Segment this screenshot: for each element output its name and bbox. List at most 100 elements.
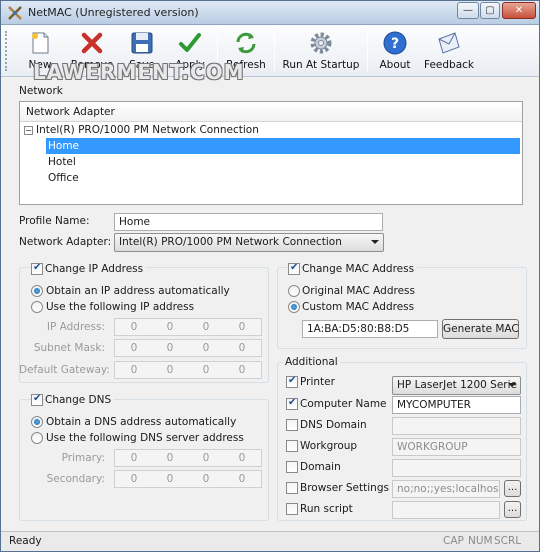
netmac-app-icon [8, 6, 22, 20]
minimize-icon: — [463, 5, 473, 16]
network-adapter-select-value: Intel(R) PRO/1000 PM Network Connection [119, 236, 342, 248]
original-mac-radio[interactable] [288, 285, 300, 297]
domain-label: Domain [300, 461, 341, 473]
run-at-startup-button[interactable]: Run At Startup [279, 27, 363, 75]
remove-button-label: Remove [70, 59, 114, 71]
use-following-dns-radio[interactable] [31, 432, 43, 444]
network-adapter-select[interactable]: Intel(R) PRO/1000 PM Network Connection [114, 233, 384, 252]
toolbar-separator [367, 31, 368, 71]
ip-address-field[interactable]: 0 0 0 0 [114, 318, 262, 336]
tree-profile-hotel[interactable]: Hotel [48, 154, 76, 170]
refresh-button[interactable]: Refresh [221, 27, 271, 75]
subnet-octet: 0 [238, 342, 246, 354]
close-icon: ✕ [514, 5, 524, 16]
close-button[interactable]: ✕ [502, 2, 536, 19]
tree-column-header-label: Network Adapter [26, 106, 115, 118]
use-following-ip-radio[interactable] [31, 301, 43, 313]
change-mac-checkbox[interactable] [288, 262, 300, 275]
remove-button[interactable]: Remove [67, 27, 117, 75]
feedback-button-label: Feedback [423, 59, 474, 71]
mac-address-input[interactable]: 1A:BA:D5:80:B8:D5 [302, 320, 438, 338]
primary-dns-label: Primary: [61, 452, 105, 464]
network-section-label: Network [19, 85, 63, 97]
secondary-dns-octet: 0 [166, 473, 174, 485]
obtain-ip-auto-radio[interactable] [31, 285, 43, 297]
gateway-octet: 0 [202, 364, 210, 376]
obtain-dns-auto-radio[interactable] [31, 416, 43, 428]
browser-settings-browse-button[interactable]: ... [504, 480, 521, 497]
workgroup-input[interactable]: WORKGROUP [392, 438, 521, 456]
envelope-icon [438, 32, 460, 54]
save-button[interactable]: Save [119, 27, 165, 75]
svg-text:?: ? [391, 36, 399, 52]
workgroup-checkbox[interactable] [286, 440, 298, 452]
status-bar: Ready CAP NUM SCRL [1, 531, 539, 551]
tree-adapter-node[interactable]: Intel(R) PRO/1000 PM Network Connection [36, 122, 259, 138]
workgroup-label: Workgroup [300, 440, 358, 452]
domain-input[interactable] [392, 459, 521, 477]
additional-section-label: Additional [283, 356, 340, 368]
domain-checkbox[interactable] [286, 461, 298, 473]
dns-domain-checkbox[interactable] [286, 419, 298, 431]
maximize-icon: ▢ [485, 5, 495, 16]
change-ip-checkbox[interactable] [31, 262, 43, 275]
subnet-octet: 0 [166, 342, 174, 354]
primary-dns-octet: 0 [166, 452, 174, 464]
tree-column-header[interactable]: Network Adapter [20, 102, 522, 122]
computer-name-checkbox[interactable] [286, 397, 298, 410]
change-ip-label: Change IP Address [45, 263, 147, 275]
new-button[interactable]: New [15, 27, 65, 75]
about-button[interactable]: ? About [371, 27, 419, 75]
original-mac-label: Original MAC Address [302, 285, 415, 297]
gear-icon [310, 32, 332, 54]
gateway-octet: 0 [238, 364, 246, 376]
generate-mac-button[interactable]: Generate MAC [442, 319, 519, 339]
browser-settings-label: Browser Settings [300, 482, 389, 494]
custom-mac-label: Custom MAC Address [302, 301, 415, 313]
printer-label: Printer [300, 376, 335, 388]
computer-name-input[interactable]: MYCOMPUTER [392, 396, 521, 414]
printer-checkbox[interactable] [286, 375, 298, 388]
secondary-dns-field[interactable]: 0 0 0 0 [114, 470, 262, 488]
apply-button-label: Apply [175, 59, 205, 71]
about-button-label: About [379, 59, 411, 71]
save-button-label: Save [129, 59, 155, 71]
minimize-button[interactable]: — [457, 2, 479, 19]
default-gateway-field[interactable]: 0 0 0 0 [114, 361, 262, 379]
subnet-mask-field[interactable]: 0 0 0 0 [114, 339, 262, 357]
collapse-expander-icon[interactable]: − [24, 126, 33, 135]
run-script-input[interactable] [392, 501, 500, 519]
ip-address-label: IP Address: [46, 321, 105, 333]
primary-dns-octet: 0 [238, 452, 246, 464]
run-script-browse-button[interactable]: ... [504, 501, 521, 518]
chevron-down-icon [508, 383, 516, 387]
num-lock-indicator: NUM [468, 535, 493, 547]
refresh-arrows-icon [236, 32, 256, 54]
use-following-dns-label: Use the following DNS server address [46, 432, 244, 444]
remove-x-icon [81, 32, 103, 54]
gateway-octet: 0 [166, 364, 174, 376]
change-dns-checkbox[interactable] [31, 393, 43, 406]
apply-button[interactable]: Apply [167, 27, 213, 75]
toolbar: New Remove Save Apply Refresh Run At Sta… [1, 25, 539, 84]
browser-settings-checkbox[interactable] [286, 482, 298, 494]
primary-dns-octet: 0 [202, 452, 210, 464]
change-dns-label: Change DNS [45, 394, 115, 406]
floppy-disk-icon [131, 32, 153, 54]
obtain-ip-auto-label: Obtain an IP address automatically [46, 285, 230, 297]
primary-dns-field[interactable]: 0 0 0 0 [114, 449, 262, 467]
network-adapter-label: Network Adapter: [19, 236, 112, 248]
profile-name-input[interactable]: Home [114, 213, 383, 231]
toolbar-grip[interactable] [5, 31, 8, 71]
tree-profile-home[interactable]: Home [46, 138, 520, 154]
tree-profile-office[interactable]: Office [48, 170, 79, 186]
maximize-button[interactable]: ▢ [480, 2, 500, 19]
feedback-button[interactable]: Feedback [421, 27, 477, 75]
browser-settings-input[interactable]: no;no;;yes;localhost:8 [392, 480, 500, 498]
printer-select[interactable]: HP LaserJet 1200 Serie [392, 376, 521, 395]
secondary-dns-label: Secondary: [46, 473, 105, 485]
run-script-checkbox[interactable] [286, 503, 298, 515]
custom-mac-radio[interactable] [288, 301, 300, 313]
dns-domain-input[interactable] [392, 417, 521, 435]
dns-domain-label: DNS Domain [300, 419, 367, 431]
